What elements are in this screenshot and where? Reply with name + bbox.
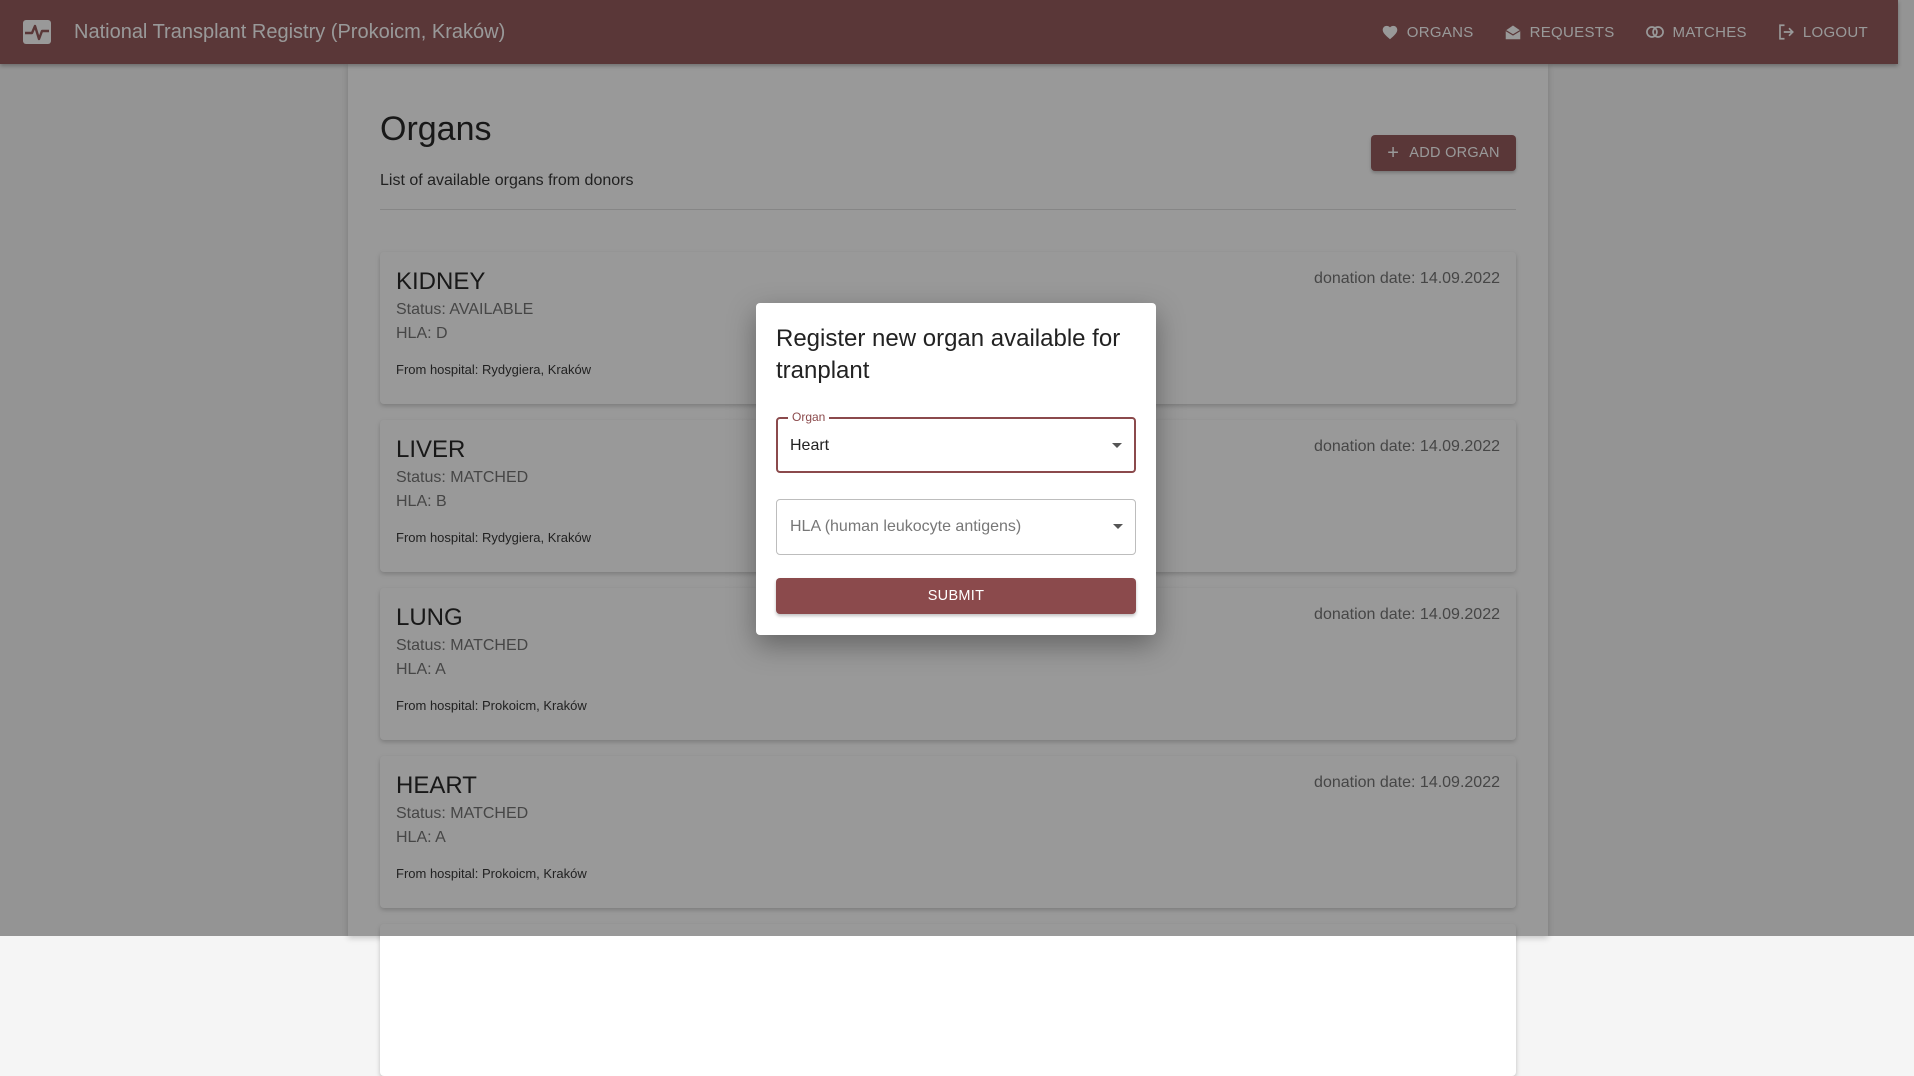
organ-select[interactable]: Organ Heart — [776, 410, 1136, 473]
organ-select-label: Organ — [788, 410, 830, 424]
dialog-title: Register new organ available for tranpla… — [776, 325, 1121, 384]
organ-select-value: Heart — [790, 437, 830, 454]
hla-select-placeholder: HLA (human leukocyte antigens) — [790, 518, 1022, 535]
register-organ-dialog: Register new organ available for tranpla… — [756, 303, 1156, 635]
submit-button[interactable]: SUBMIT — [776, 578, 1136, 614]
hla-select[interactable]: HLA (human leukocyte antigens) — [776, 499, 1136, 555]
organ-card[interactable] — [380, 924, 1516, 1076]
chevron-down-icon — [1113, 524, 1123, 529]
chevron-down-icon — [1112, 443, 1122, 448]
